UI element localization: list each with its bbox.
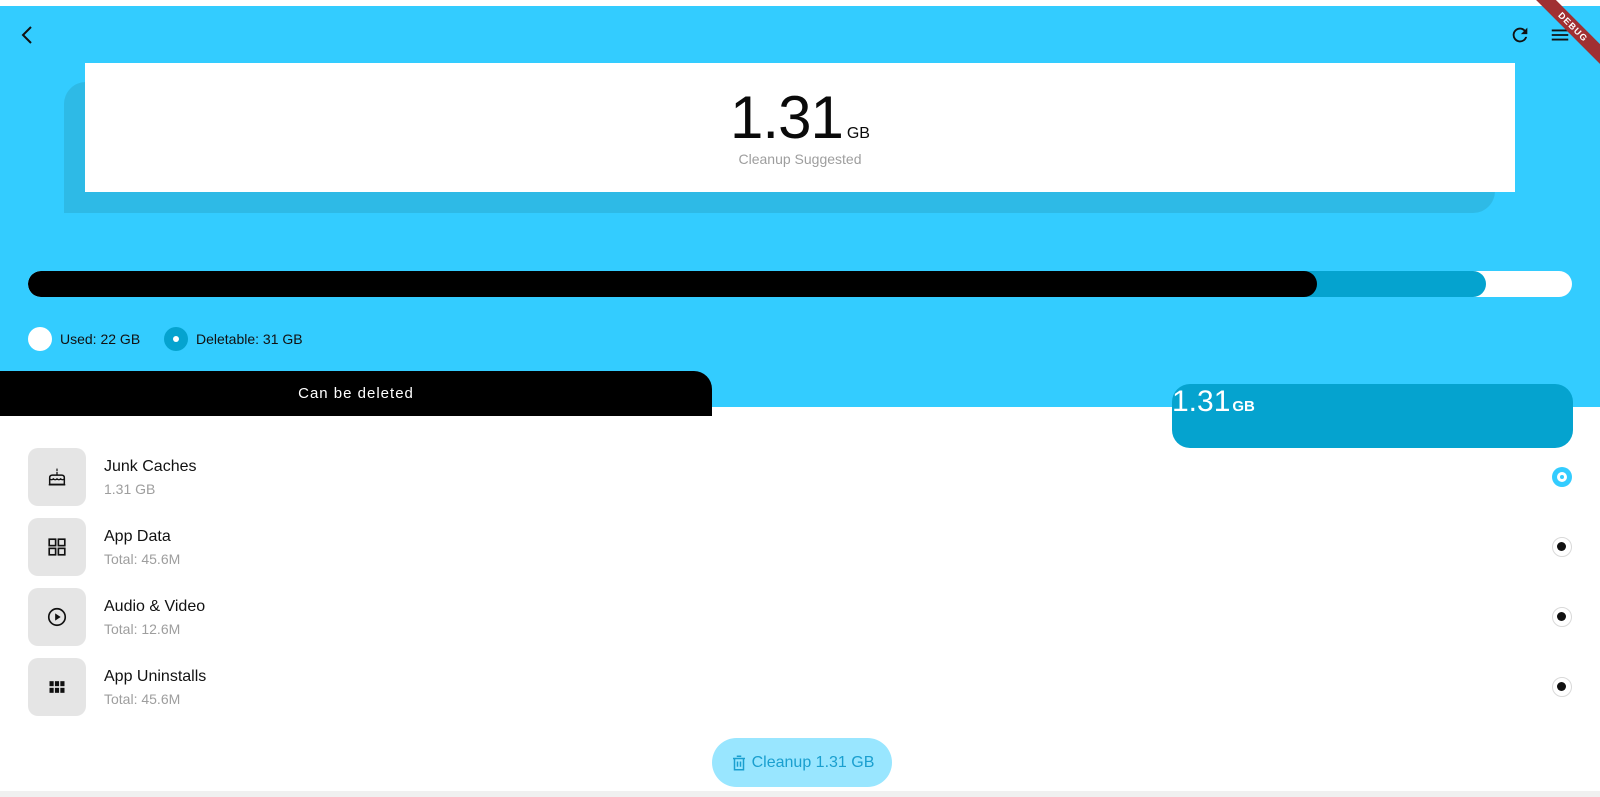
pill-value-wrap: 1.31 GB	[1172, 384, 1255, 425]
summary-value: 1.31 GB	[85, 83, 1515, 152]
item-icon-tile	[28, 518, 86, 576]
item-radio-selected[interactable]	[1552, 467, 1572, 487]
used-label: Used: 22 GB	[60, 331, 141, 347]
item-icon-tile	[28, 448, 86, 506]
item-subtitle: Total: 45.6M	[104, 691, 181, 707]
item-title: Audio & Video	[104, 598, 206, 615]
item-icon-tile	[28, 658, 86, 716]
apps-icon	[49, 681, 65, 693]
deletable-color-dot	[164, 327, 188, 351]
back-button[interactable]	[8, 15, 48, 55]
selected-size-pill: 1.31 GB	[1172, 384, 1573, 448]
list-item-audio-video[interactable]: Audio & Video Total: 12.6M	[28, 588, 1572, 646]
trash-icon	[732, 755, 745, 770]
list-item-junk-caches[interactable]: Junk Caches 1.31 GB	[28, 448, 1572, 506]
summary-card: 1.31 GB Cleanup Suggested	[85, 63, 1515, 192]
used-segment	[28, 271, 1317, 297]
refresh-button[interactable]	[1500, 15, 1540, 55]
cleanup-button[interactable]: Cleanup 1.31 GB	[712, 738, 892, 787]
deletable-label: Deletable: 31 GB	[196, 331, 303, 347]
pill-value: 1.31	[1172, 385, 1231, 418]
legend-deletable: Deletable: 31 GB	[164, 326, 303, 352]
pill-unit: GB	[1232, 398, 1255, 415]
category-list: Junk Caches 1.31 GB App Data Total: 45.6…	[28, 448, 1572, 728]
item-radio[interactable]	[1552, 607, 1572, 627]
cleanup-size-unit: GB	[846, 125, 870, 142]
cake-icon	[48, 467, 66, 486]
used-color-dot	[28, 327, 52, 351]
bottom-strip	[0, 791, 1600, 797]
legend-used: Used: 22 GB	[28, 326, 140, 352]
arrow-back-icon	[21, 26, 32, 44]
item-title: Junk Caches	[104, 458, 197, 475]
list-item-app-uninstalls[interactable]: App Uninstalls Total: 45.6M	[28, 658, 1572, 716]
cleanup-size-number: 1.31	[730, 84, 844, 151]
item-subtitle: 1.31 GB	[104, 481, 156, 497]
item-subtitle: Total: 45.6M	[104, 551, 181, 567]
item-icon-tile	[28, 588, 86, 646]
grid-icon	[48, 538, 66, 556]
list-item-app-data[interactable]: App Data Total: 45.6M	[28, 518, 1572, 576]
cleanup-suggested-label: Cleanup Suggested	[738, 151, 862, 167]
refresh-icon	[1512, 27, 1528, 43]
item-radio[interactable]	[1552, 677, 1572, 697]
item-title: App Data	[104, 528, 171, 545]
item-title: App Uninstalls	[104, 668, 207, 685]
item-radio[interactable]	[1552, 537, 1572, 557]
tab-can-be-deleted[interactable]: Can be deleted	[0, 371, 712, 416]
storage-progress-bar	[28, 271, 1572, 297]
item-subtitle: Total: 12.6M	[104, 621, 181, 637]
cleanup-button-label: Cleanup 1.31 GB	[751, 753, 875, 771]
play-circle-icon	[47, 607, 67, 627]
